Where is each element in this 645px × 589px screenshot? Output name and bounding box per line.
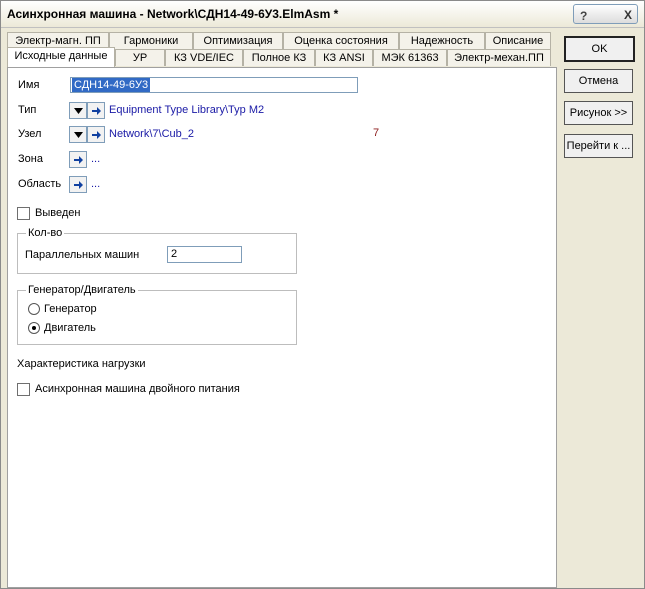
motor-radio[interactable] (28, 322, 40, 334)
tab-state-estimation[interactable]: Оценка состояния (283, 32, 399, 49)
tab-reliability[interactable]: Надежность (399, 32, 485, 49)
tab-basic-data[interactable]: Исходные данные (7, 47, 115, 67)
type-dropdown-button[interactable] (69, 102, 87, 119)
tab-sc-ansi[interactable]: КЗ ANSI (315, 49, 373, 66)
area-label: Область (18, 178, 62, 190)
cancel-button[interactable]: Отмена (564, 69, 633, 93)
dialog-window: Асинхронная машина - Network\СДН14-49-6У… (0, 0, 645, 589)
name-input[interactable]: СДН14-49-6У3 (70, 77, 358, 93)
ok-button[interactable]: OK (564, 36, 635, 62)
help-button[interactable]: ? (580, 9, 587, 23)
window-title: Асинхронная машина - Network\СДН14-49-6У… (7, 7, 339, 21)
tab-harmonics[interactable]: Гармоники (109, 32, 193, 49)
arrow-right-icon (91, 130, 101, 139)
tab-description[interactable]: Описание (485, 32, 551, 49)
area-goto-button[interactable] (69, 176, 87, 193)
title-bar: Асинхронная машина - Network\СДН14-49-6У… (1, 1, 644, 28)
tab-sc-vde-iec[interactable]: КЗ VDE/IEC (165, 49, 243, 66)
goto-button[interactable]: Перейти к ... (564, 134, 633, 158)
node-goto-button[interactable] (87, 126, 105, 143)
close-button[interactable]: X (624, 8, 632, 22)
tab-complete-sc[interactable]: Полное КЗ (243, 49, 315, 66)
type-goto-button[interactable] (87, 102, 105, 119)
load-characteristic-label[interactable]: Характеристика нагрузки (17, 358, 146, 370)
out-of-service-checkbox[interactable] (17, 207, 30, 220)
out-of-service-label: Выведен (35, 207, 81, 219)
area-link[interactable]: ... (91, 178, 100, 190)
type-label: Тип (18, 104, 37, 116)
parallel-machines-input[interactable]: 2 (167, 246, 242, 263)
tab-load-flow[interactable]: УР (115, 49, 165, 66)
generator-radio[interactable] (28, 303, 40, 315)
tab-iec-61363[interactable]: МЭК 61363 (373, 49, 447, 66)
double-fed-label: Асинхронная машина двойного питания (35, 383, 240, 395)
count-group-title: Кол-во (26, 227, 65, 239)
type-link[interactable]: Equipment Type Library\Typ M2 (109, 104, 264, 116)
gen-motor-group-title: Генератор/Двигатель (26, 284, 138, 296)
title-buttons: ? X (573, 4, 638, 24)
arrow-right-icon (73, 180, 83, 189)
tab-optimization[interactable]: Оптимизация (193, 32, 283, 49)
name-value: СДН14-49-6У3 (72, 78, 151, 92)
parallel-label: Параллельных машин (25, 249, 140, 261)
zone-link[interactable]: ... (91, 153, 100, 165)
arrow-right-icon (91, 106, 101, 115)
double-fed-checkbox[interactable] (17, 383, 30, 396)
node-dropdown-button[interactable] (69, 126, 87, 143)
generator-label: Генератор (44, 303, 97, 315)
name-label: Имя (18, 79, 40, 91)
tab-electromechanical[interactable]: Электр-механ.ПП (447, 49, 551, 66)
chevron-down-icon (73, 131, 83, 138)
node-label: Узел (18, 128, 42, 140)
gen-motor-group: Генератор/Двигатель (17, 284, 297, 345)
node-link[interactable]: Network\7\Cub_2 (109, 128, 194, 140)
zone-label: Зона (18, 153, 43, 165)
zone-goto-button[interactable] (69, 151, 87, 168)
node-number: 7 (373, 127, 380, 139)
figure-button[interactable]: Рисунок >> (564, 101, 633, 125)
chevron-down-icon (73, 107, 83, 114)
motor-label: Двигатель (44, 322, 96, 334)
arrow-right-icon (73, 155, 83, 164)
tab-strip: Электр-магн. ПП Гармоники Оптимизация Оц… (7, 32, 555, 68)
